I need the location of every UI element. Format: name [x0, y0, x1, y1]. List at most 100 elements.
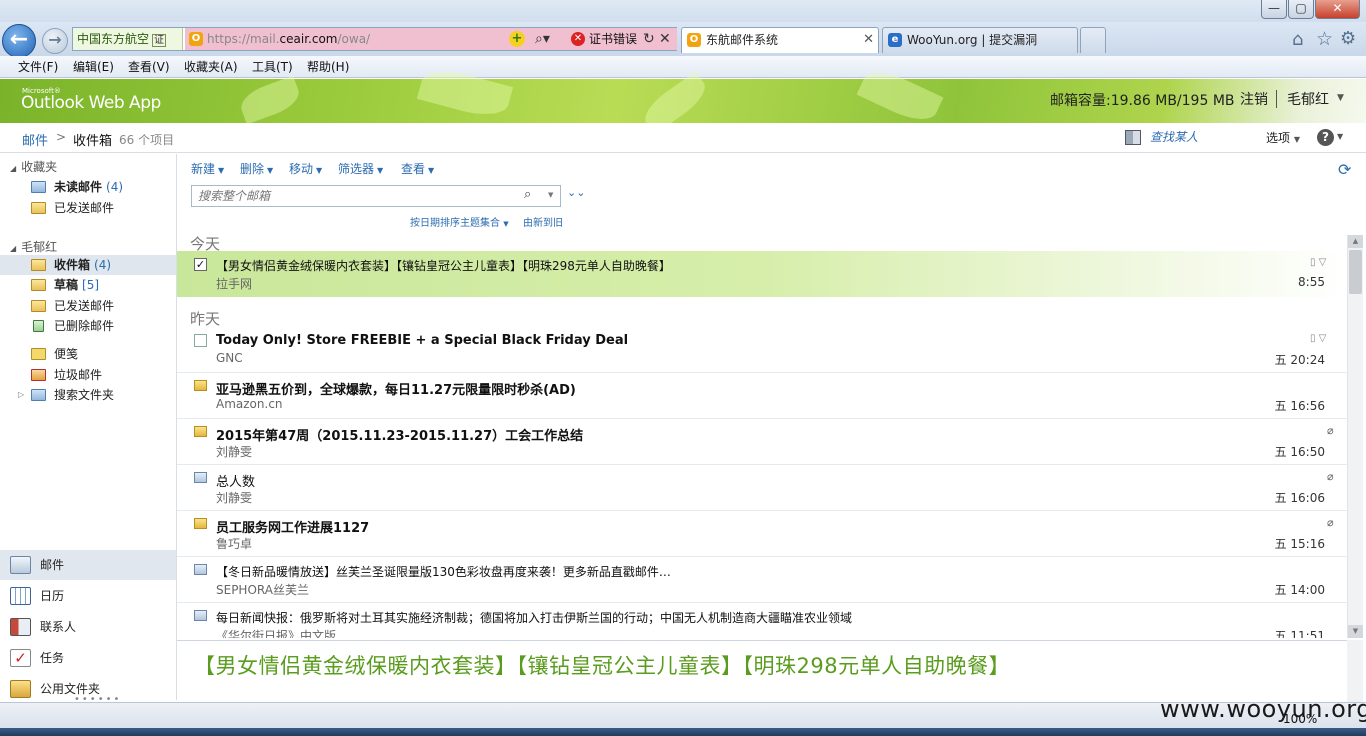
- unread-envelope-icon: [194, 518, 207, 529]
- reading-pane-scrollbar[interactable]: [1347, 640, 1363, 702]
- stop-icon[interactable]: ✕: [659, 28, 671, 50]
- close-button[interactable]: ✕: [1315, 0, 1360, 19]
- maximize-button[interactable]: ▢: [1288, 0, 1314, 19]
- sidebar-item-sent-fav[interactable]: 已发送邮件: [0, 198, 176, 218]
- search-icon[interactable]: ⌕: [524, 187, 531, 202]
- gear-icon[interactable]: ⚙: [1340, 28, 1356, 49]
- checkbox-icon[interactable]: ✓: [194, 258, 207, 271]
- new-tab-button[interactable]: [1080, 27, 1106, 53]
- message-row[interactable]: ✓ 【男女情侣黄金绒保暖内衣套装】【镶钻皇冠公主儿童表】【明珠298元单人自助晚…: [177, 251, 1347, 297]
- forward-button[interactable]: →: [42, 28, 68, 54]
- message-row[interactable]: 2015年第47周（2015.11.23-2015.11.27）工会工作总结 刘…: [177, 419, 1347, 465]
- chevron-down-icon[interactable]: ▼: [548, 191, 553, 199]
- sidebar-item-unread[interactable]: 未读邮件 (4): [0, 177, 176, 197]
- address-book-icon[interactable]: [1125, 130, 1141, 145]
- reading-subject: 【男女情侣黄金绒保暖内衣套装】【镶钻皇冠公主儿童表】【明珠298元单人自助晚餐】: [194, 654, 1011, 678]
- junk-folder-icon: [31, 369, 46, 381]
- nav-mail[interactable]: 邮件: [0, 550, 176, 580]
- breadcrumb-mail[interactable]: 邮件: [22, 130, 48, 149]
- sidebar-item-notes[interactable]: 便笺: [0, 344, 176, 364]
- sidebar-item-inbox[interactable]: 收件箱 (4): [0, 255, 176, 275]
- message-row[interactable]: 亚马逊黑五价到，全球爆款，每日11.27元限量限时秒杀(AD) Amazon.c…: [177, 373, 1347, 419]
- menu-edit[interactable]: 编辑(E): [73, 56, 114, 78]
- nav-contacts[interactable]: 联系人: [0, 612, 176, 642]
- address-bar[interactable]: 中国东方航空证 O https://mail.ceair.com/owa/ + …: [72, 27, 677, 51]
- scroll-thumb[interactable]: [1349, 250, 1362, 294]
- chevron-down-icon[interactable]: ▼: [1337, 132, 1343, 141]
- refresh-icon[interactable]: ⟳: [1338, 160, 1351, 179]
- nav-tasks[interactable]: ✓ 任务: [0, 643, 176, 673]
- sidebar-item-junk[interactable]: 垃圾邮件: [0, 365, 176, 385]
- menu-favorites[interactable]: 收藏夹(A): [184, 56, 238, 78]
- close-tab-icon[interactable]: ✕: [863, 28, 874, 52]
- minimize-button[interactable]: —: [1261, 0, 1287, 19]
- flag-icon[interactable]: ▯ ▽: [1310, 257, 1326, 268]
- site-favicon-icon: O: [189, 32, 203, 46]
- message-row[interactable]: 每日新闻快报：俄罗斯将对土耳其实施经济制裁；德国将加入打击伊斯兰国的行动；中国无…: [177, 603, 1347, 638]
- new-button[interactable]: 新建 ▼: [191, 160, 224, 177]
- message-row[interactable]: 【冬日新品暖情放送】丝芙兰圣诞限量版130色彩妆盘再度来袭！更多新品直戳邮件… …: [177, 557, 1347, 603]
- expand-triangle-icon[interactable]: ▷: [18, 385, 24, 405]
- chevron-down-icon: ▼: [218, 166, 225, 175]
- url-text[interactable]: https://mail.ceair.com/owa/: [207, 28, 370, 50]
- message-row[interactable]: Today Only! Store FREEBIE + a Special Bl…: [177, 327, 1347, 373]
- message-row[interactable]: 员工服务网工作进展1127 鲁巧卓 ⌀ 五 15:16: [177, 511, 1347, 557]
- help-icon[interactable]: ?: [1317, 129, 1334, 146]
- chevron-down-icon[interactable]: ▼: [1337, 93, 1344, 103]
- breadcrumb: 邮件 > 收件箱 66 个项目 查找某人 选项 ▼ ? ▼: [0, 123, 1366, 153]
- find-people-link[interactable]: 查找某人: [1150, 128, 1198, 145]
- zoom-level[interactable]: 100%: [1283, 712, 1317, 726]
- refresh-icon[interactable]: ↻: [643, 28, 655, 50]
- back-button[interactable]: ←: [2, 24, 36, 58]
- menu-file[interactable]: 文件(F): [18, 56, 58, 78]
- chevron-down-icon: ▼: [428, 166, 435, 175]
- message-row[interactable]: 总人数 刘静雯 ⌀ 五 16:06: [177, 465, 1347, 511]
- read-envelope-icon: [194, 610, 207, 621]
- mailbox-header[interactable]: ◢ 毛郁红: [10, 238, 57, 255]
- message-subject: 员工服务网工作进展1127: [216, 521, 370, 536]
- mailbox-header-label: 毛郁红: [21, 240, 58, 254]
- sidebar-item-drafts[interactable]: 草稿 [5]: [0, 275, 176, 295]
- search-input[interactable]: [192, 186, 522, 206]
- search-folder-icon: [31, 181, 46, 193]
- menu-view[interactable]: 查看(V): [128, 56, 170, 78]
- filter-button[interactable]: 筛选器 ▼: [338, 160, 383, 177]
- expand-search-icon[interactable]: ⌄⌄: [567, 186, 585, 199]
- scroll-up-arrow-icon[interactable]: ▲: [1348, 235, 1363, 248]
- options-menu[interactable]: 选项 ▼: [1266, 129, 1300, 146]
- sidebar-item-sent[interactable]: 已发送邮件: [0, 296, 176, 316]
- paperclip-icon: ⌀: [1327, 516, 1334, 529]
- nav-calendar[interactable]: 日历: [0, 581, 176, 611]
- sidebar-item-search-folders[interactable]: ▷ 搜索文件夹: [0, 385, 176, 405]
- message-list-scrollbar[interactable]: ▲ ▼: [1347, 235, 1363, 638]
- search-box[interactable]: ⌕ ▼: [191, 185, 561, 207]
- search-dropdown-icon[interactable]: ⌕▾: [535, 28, 550, 50]
- menu-help[interactable]: 帮助(H): [307, 56, 349, 78]
- scroll-down-arrow-icon[interactable]: ▼: [1348, 625, 1363, 638]
- nav-label: 任务: [40, 651, 65, 665]
- cert-error-label[interactable]: 证书错误: [589, 28, 637, 50]
- tab-owa[interactable]: O 东航邮件系统 ✕: [681, 27, 879, 53]
- delete-button[interactable]: 删除 ▼: [240, 160, 273, 177]
- sort-by-menu[interactable]: 按日期排序主题集合 ▼: [410, 214, 509, 229]
- view-label: 查看: [401, 162, 426, 176]
- compatibility-view-icon[interactable]: +: [509, 31, 525, 47]
- user-name[interactable]: 毛郁红: [1287, 89, 1329, 109]
- move-button[interactable]: 移动 ▼: [289, 160, 322, 177]
- signout-link[interactable]: 注销: [1240, 89, 1268, 109]
- collapse-triangle-icon: ◢: [10, 244, 17, 253]
- favorites-header[interactable]: ◢ 收藏夹: [10, 158, 57, 175]
- site-identity[interactable]: 中国东方航空证: [73, 28, 183, 50]
- flag-icon[interactable]: ▯ ▽: [1310, 333, 1326, 344]
- message-sender: 《华尔街日报》中文版: [216, 629, 337, 638]
- sort-order-toggle[interactable]: 由新到旧: [523, 214, 563, 229]
- nav-public-folders[interactable]: 公用文件夹: [0, 674, 176, 704]
- view-button[interactable]: 查看 ▼: [401, 160, 434, 177]
- menu-tools[interactable]: 工具(T): [252, 56, 293, 78]
- sidebar-item-deleted[interactable]: 已删除邮件: [0, 316, 176, 336]
- home-icon[interactable]: ⌂: [1292, 29, 1303, 50]
- favorites-star-icon[interactable]: ☆: [1316, 28, 1333, 50]
- cert-error-icon[interactable]: ✕: [571, 32, 585, 46]
- url-field[interactable]: O https://mail.ceair.com/owa/ + ⌕▾ ✕ 证书错…: [185, 28, 677, 50]
- tab-wooyun[interactable]: e WooYun.org | 提交漏洞: [882, 27, 1078, 53]
